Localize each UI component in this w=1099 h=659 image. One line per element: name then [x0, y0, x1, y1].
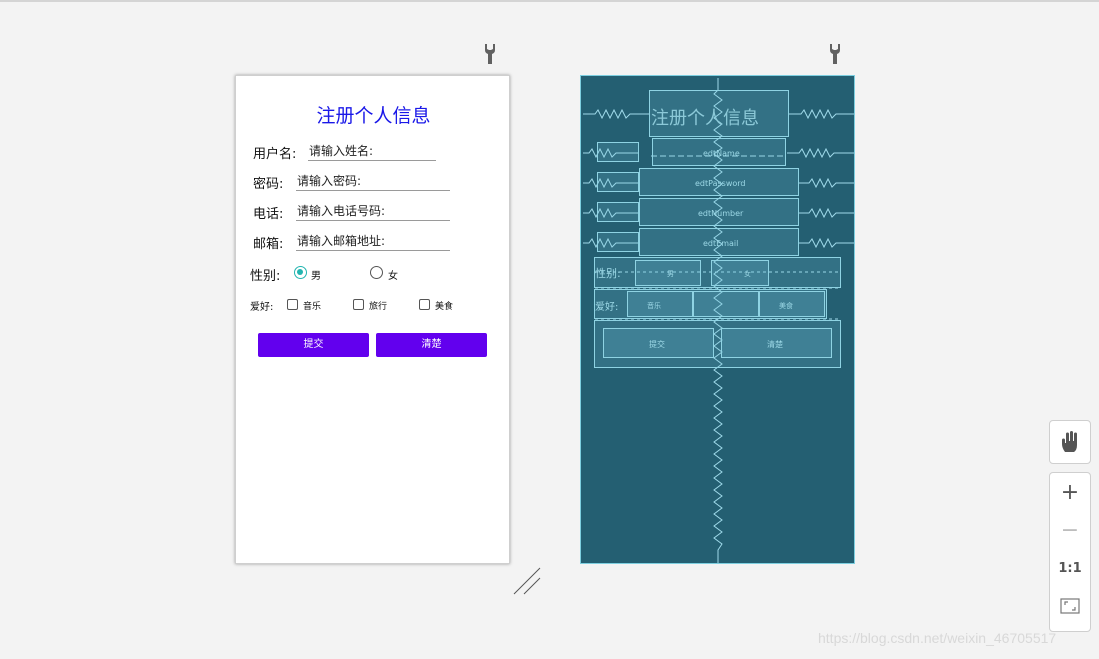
top-border — [0, 0, 1099, 2]
bp-title: 注册个人信息 — [651, 108, 759, 129]
bp-edtnumber-id: edtNumber — [698, 209, 744, 218]
wrench-icon[interactable] — [828, 43, 842, 65]
password-label: 密码: — [253, 177, 284, 192]
bp-password-label-box[interactable] — [597, 172, 639, 192]
ratio-label: 1:1 — [1058, 560, 1082, 576]
bp-music-label: 音乐 — [647, 302, 661, 310]
gender-label: 性别: — [250, 269, 281, 284]
username-label: 用户名: — [253, 147, 297, 162]
bp-food-label: 美食 — [779, 302, 793, 310]
email-field[interactable]: 请输入邮箱地址: — [296, 233, 450, 251]
bp-female-label: 女 — [744, 270, 751, 278]
bp-email-label-box[interactable] — [597, 232, 639, 252]
submit-button[interactable]: 提交 — [258, 333, 369, 357]
fit-screen-icon — [1060, 598, 1080, 614]
gender-female-label: 女 — [388, 271, 398, 282]
actual-size-button[interactable]: 1:1 — [1050, 549, 1090, 587]
zoom-out-button[interactable]: − — [1050, 511, 1090, 549]
hand-icon — [1062, 431, 1077, 452]
email-label: 邮箱: — [253, 237, 284, 252]
bp-edtemail-id: edtEmail — [703, 239, 739, 248]
design-preview[interactable]: 注册个人信息 用户名: 请输入姓名: 密码: 请输入密码: 电话: 请输入电话号… — [235, 75, 510, 564]
hobby-food-label: 美食 — [435, 302, 454, 312]
gender-female-radio[interactable] — [370, 266, 383, 279]
bp-gender-label: 性别: — [595, 267, 621, 280]
plus-icon: + — [1060, 479, 1080, 505]
hobby-travel-checkbox[interactable] — [353, 299, 364, 310]
bp-submit-label: 提交 — [649, 340, 665, 349]
clear-button[interactable]: 清楚 — [376, 333, 487, 357]
hobby-music-checkbox[interactable] — [287, 299, 298, 310]
hobby-music-label: 音乐 — [303, 302, 322, 312]
bp-female-radio-box[interactable] — [711, 260, 769, 286]
watermark: https://blog.csdn.net/weixin_46705517 — [818, 630, 1057, 646]
zoom-in-button[interactable]: + — [1050, 473, 1090, 511]
hobby-travel-label: 旅行 — [369, 302, 388, 312]
bp-hobby-label: 爱好: — [595, 302, 619, 313]
bp-phone-label-box[interactable] — [597, 202, 639, 222]
bp-clear-label: 清楚 — [767, 340, 783, 349]
pan-tool-panel — [1049, 420, 1091, 464]
phone-field[interactable]: 请输入电话号码: — [296, 203, 450, 221]
bp-edtpassword-id: edtPassword — [695, 179, 746, 188]
bp-travel-checkbox-box[interactable] — [693, 291, 759, 317]
password-field[interactable]: 请输入密码: — [296, 173, 450, 191]
minus-icon: − — [1060, 517, 1080, 543]
bp-edtname-id: edtName — [703, 149, 740, 158]
zoom-tool-panel: + − 1:1 — [1049, 472, 1091, 632]
bp-male-label: 男 — [667, 270, 674, 278]
gender-male-radio[interactable] — [294, 266, 307, 279]
bp-username-label-box[interactable] — [597, 142, 639, 162]
hobby-food-checkbox[interactable] — [419, 299, 430, 310]
pan-hand-button[interactable] — [1050, 421, 1090, 463]
resize-handle-icon[interactable] — [512, 566, 542, 596]
hobby-label: 爱好: — [250, 302, 274, 313]
blueprint-preview[interactable]: 注册个人信息 edtName edtPassword edtNumber edt… — [580, 75, 855, 564]
gender-male-label: 男 — [311, 271, 321, 282]
form-title: 注册个人信息 — [316, 105, 431, 127]
phone-label: 电话: — [253, 207, 284, 222]
fit-screen-button[interactable] — [1050, 587, 1090, 625]
username-field[interactable]: 请输入姓名: — [308, 143, 436, 161]
wrench-icon[interactable] — [483, 43, 497, 65]
